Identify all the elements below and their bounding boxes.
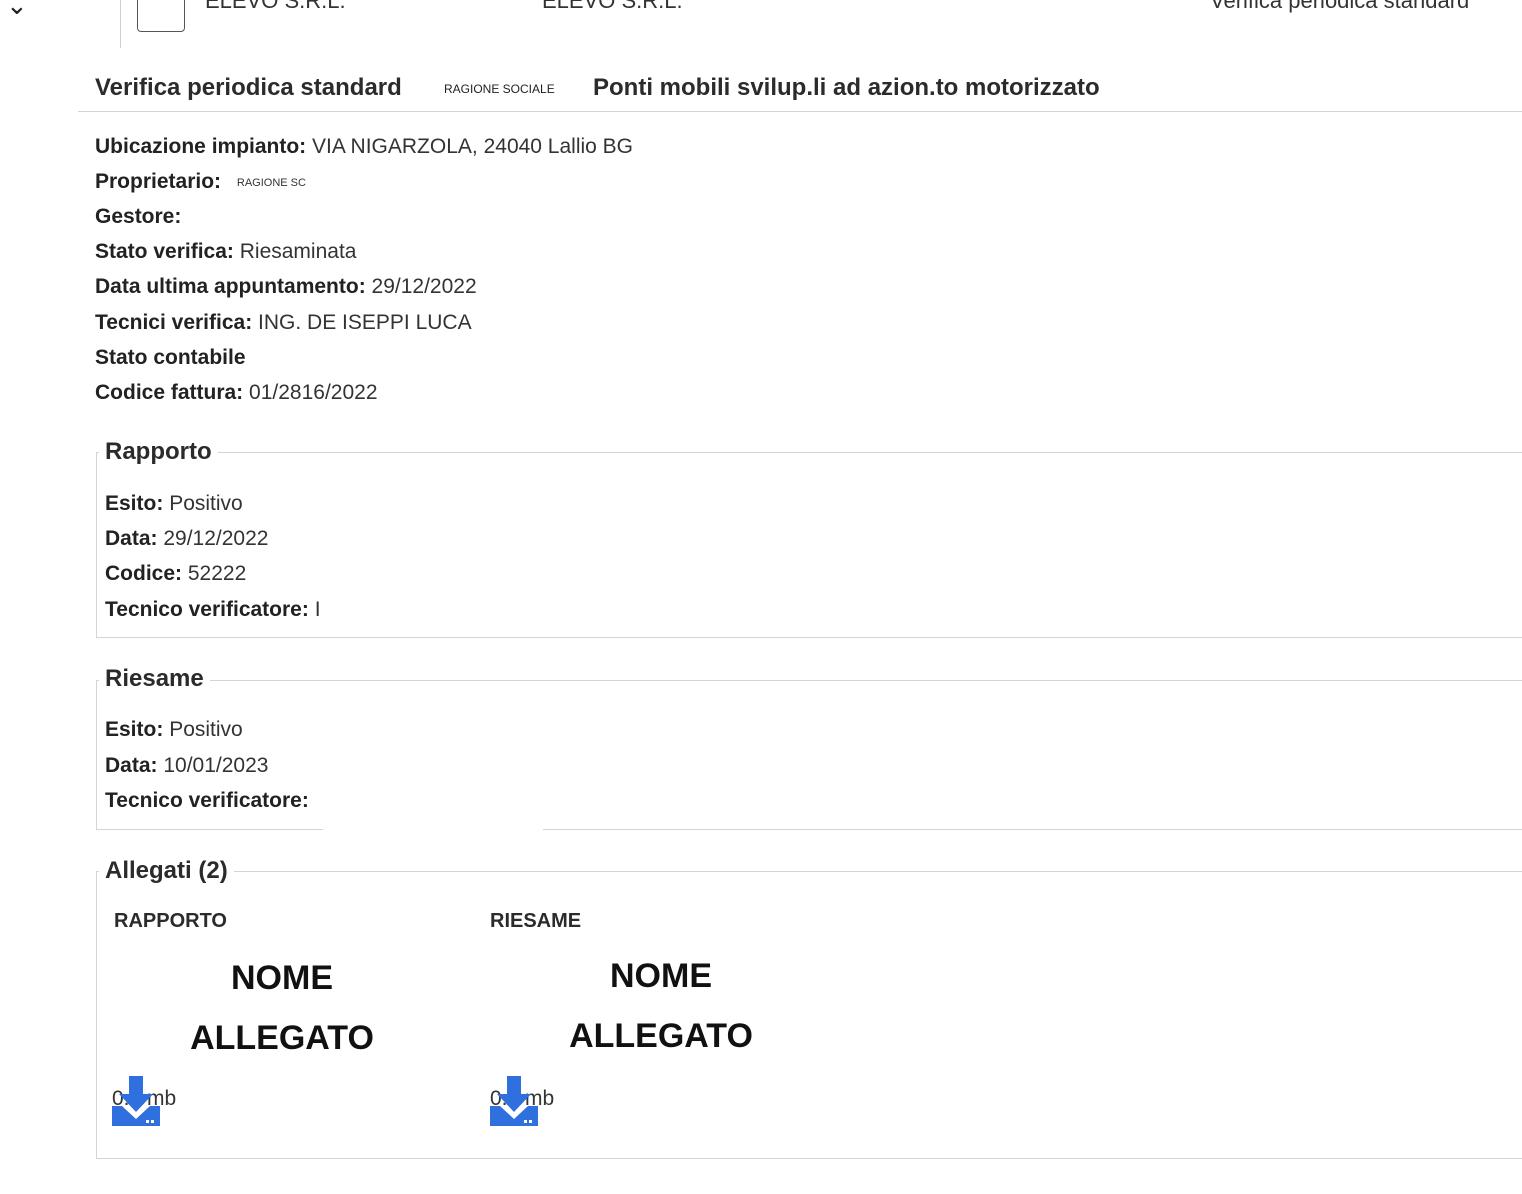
attachment-heading-rapporto: RAPPORTO [114,910,227,932]
info-codice-fattura: Codice fattura: 01/2816/2022 [95,381,378,401]
info-label: Stato verifica: [95,240,234,263]
rapporto-legend: Rapporto [99,438,218,466]
info-label: Gestore: [95,205,182,228]
detail-title: Verifica periodica standard [95,74,402,101]
info-label: Stato contabile [95,346,246,369]
redaction-mask [323,824,543,832]
info-proprietario: Proprietario: RAGIONE SC [95,170,306,195]
field-label: Data: [105,754,158,777]
field-label: Data: [105,527,158,550]
field-label: Tecnico verificatore: [105,789,309,812]
info-value: 01/2816/2022 [249,381,378,401]
field-label: Codice: [105,562,183,585]
field-label: Tecnico verificatore: [105,598,309,621]
info-value: VIA NIGARZOLA, 24040 Lallio BG [312,135,634,158]
download-icon[interactable] [112,1076,160,1126]
info-stato-verifica: Stato verifica: Riesaminata [95,240,356,264]
chevron-down-icon[interactable]: ⌄ [6,0,28,21]
riesame-data: Data: 10/01/2023 [105,754,268,778]
info-label: Codice fattura: [95,381,244,401]
header-divider [78,111,1522,112]
info-data-appuntamento: Data ultima appuntamento: 29/12/2022 [95,275,477,299]
field-value: Positivo [169,718,243,741]
riesame-esito: Esito: Positivo [105,718,243,742]
info-gestore: Gestore: [95,205,181,229]
attachment-name-line: NOME [610,957,712,995]
rapporto-data: Data: 29/12/2022 [105,527,268,551]
attachment-heading-riesame: RIESAME [490,910,582,932]
field-value: 10/01/2023 [163,754,269,777]
rapporto-codice: Codice: 52222 [105,562,246,586]
previous-table-row: ⌄ ELEVO S.R.L. ELEVO S.R.L. Verifica per… [0,0,1522,48]
info-label: Tecnici verifica: [95,311,253,334]
attachment-name-rapporto[interactable]: NOME ALLEGATO [182,948,382,1068]
attachment-name-line: ALLEGATO [190,1019,374,1057]
info-value: Riesaminata [239,240,357,263]
equipment-description: Ponti mobili svilup.li ad azion.to motor… [593,74,1100,101]
info-tecnici: Tecnici verifica: ING. DE ISEPPI LUCA [95,311,472,335]
field-label: Esito: [105,492,164,515]
info-label: Ubicazione impianto: [95,135,307,158]
row-cell-company: ELEVO S.R.L. [205,0,346,13]
attachment-name-line: NOME [231,959,333,997]
field-value: I [314,598,321,621]
field-value: 52222 [187,562,247,585]
info-value: RAGIONE SC [236,177,306,189]
attachment-name-line: ALLEGATO [569,1017,753,1055]
field-value: 29/12/2022 [163,527,269,550]
riesame-legend: Riesame [99,665,210,693]
rapporto-tecnico: Tecnico verificatore: I [105,598,321,622]
info-label: Data ultima appuntamento: [95,275,366,298]
allegati-legend: Allegati (2) [99,857,234,885]
info-ubicazione: Ubicazione impianto: VIA NIGARZOLA, 2404… [95,135,633,159]
company-label: RAGIONE SOCIALE [444,82,555,96]
row-cell-type: Verifica periodica standard [1210,0,1470,13]
info-label: Proprietario: [95,170,222,193]
row-checkbox[interactable] [137,0,185,32]
info-stato-contabile: Stato contabile [95,346,246,370]
attachment-name-riesame[interactable]: NOME ALLEGATO [561,946,761,1066]
field-value: Positivo [169,492,243,515]
row-cell-company-2: ELEVO S.R.L. [542,0,683,13]
rapporto-esito: Esito: Positivo [105,492,243,516]
field-label: Esito: [105,718,164,741]
riesame-section [96,680,1522,830]
info-value: 29/12/2022 [371,275,477,298]
info-value: ING. DE ISEPPI LUCA [258,311,472,334]
riesame-tecnico: Tecnico verificatore: [105,789,309,813]
row-divider [120,0,121,48]
download-icon[interactable] [490,1076,538,1126]
